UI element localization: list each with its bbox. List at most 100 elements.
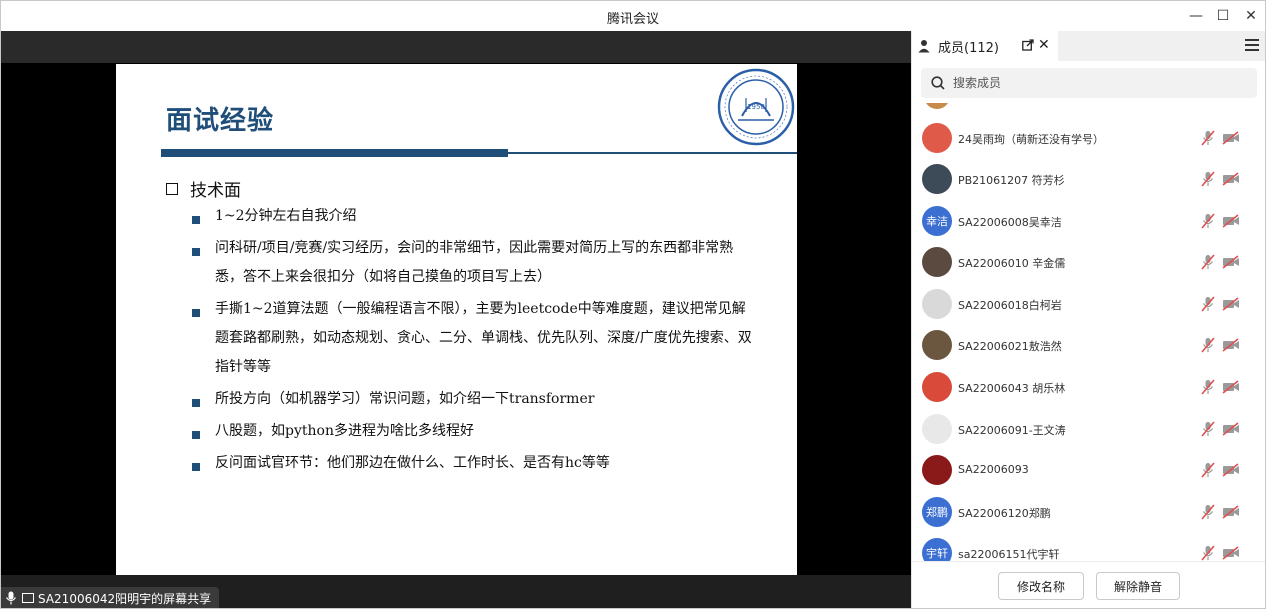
logo-year: 1958	[747, 103, 765, 111]
muted-mic-icon[interactable]	[1201, 545, 1215, 561]
bullet-list: 1~2分钟左右自我介绍 问科研/项目/竞赛/实习经历，会问的非常细节，因此需要对…	[192, 208, 752, 488]
avatar	[922, 372, 952, 402]
member-name: SA22006010 辛金儒	[958, 257, 1066, 270]
section-label: 技术面	[190, 181, 241, 201]
muted-mic-icon[interactable]	[1201, 296, 1215, 312]
member-row[interactable]: 24吴雨珣（萌新还没有学号）	[912, 117, 1265, 159]
camera-off-icon[interactable]	[1222, 131, 1240, 145]
tab-bar-empty	[1058, 31, 1265, 61]
rename-button[interactable]: 修改名称	[998, 572, 1084, 600]
bullet-text: 1~2分钟左右自我介绍	[215, 208, 357, 224]
member-row[interactable]: 幸洁 SA22006008吴幸洁	[912, 200, 1265, 242]
muted-mic-icon[interactable]	[1201, 130, 1215, 146]
muted-mic-icon[interactable]	[1201, 504, 1215, 520]
camera-off-icon[interactable]	[1222, 505, 1240, 519]
camera-off-icon[interactable]	[1222, 338, 1240, 352]
microphone-icon	[6, 591, 16, 605]
pop-out-icon[interactable]	[1022, 39, 1034, 51]
square-bullet-icon	[192, 399, 200, 407]
muted-mic-icon[interactable]	[1201, 379, 1215, 395]
member-name: SA22006043 胡乐林	[958, 382, 1066, 395]
avatar: 宇轩	[922, 538, 952, 561]
member-name: SA22006018白柯岩	[958, 299, 1062, 312]
avatar	[922, 247, 952, 277]
camera-off-icon[interactable]	[1222, 297, 1240, 311]
member-row[interactable]: PB21061207 符芳杉	[912, 158, 1265, 200]
title-underline-thin	[508, 152, 797, 154]
title-underline-thick	[161, 149, 508, 157]
minimize-button[interactable]: —	[1183, 5, 1209, 27]
unmute-all-button[interactable]: 解除静音	[1096, 572, 1180, 600]
members-panel-header: 成员(112) ✕	[912, 31, 1265, 61]
person-icon	[918, 40, 930, 53]
avatar: 郑鹏	[922, 497, 952, 527]
menu-icon[interactable]	[1245, 39, 1259, 51]
window-title: 腾讯会议	[606, 12, 659, 27]
camera-off-icon[interactable]	[1222, 463, 1240, 477]
member-row[interactable]: SA22006091-王文涛	[912, 408, 1265, 450]
muted-mic-icon[interactable]	[1201, 462, 1215, 478]
screen-share-label: SA21006042阳明宇的屏幕共享	[38, 591, 212, 606]
list-item: 手撕1~2道算法题（一般编程语言不限），主要为leetcode中等难度题，建议把…	[192, 301, 752, 382]
close-button[interactable]: ✕	[1238, 5, 1264, 27]
square-bullet-icon	[192, 216, 200, 224]
screen-share-icon	[22, 593, 34, 603]
camera-off-icon[interactable]	[1222, 172, 1240, 186]
shared-slide: 面试经验 1958 技术面 1~2分钟左右自我介绍 问科研/项目/竞赛/实习经历…	[116, 64, 797, 575]
close-panel-icon[interactable]: ✕	[1038, 37, 1050, 53]
screen-share-badge: SA21006042阳明宇的屏幕共享	[1, 587, 220, 608]
slide-title: 面试经验	[166, 106, 275, 136]
muted-mic-icon[interactable]	[1201, 254, 1215, 270]
square-bullet-icon	[192, 248, 200, 256]
list-item: 八股题，如python多进程为啥比多线程好	[192, 423, 752, 446]
member-name: sa22006151代宇轩	[958, 548, 1060, 561]
muted-mic-icon[interactable]	[1201, 337, 1215, 353]
list-item: 问科研/项目/竞赛/实习经历，会问的非常细节，因此需要对简历上写的东西都非常熟悉…	[192, 240, 752, 292]
search-input[interactable]	[953, 76, 1233, 90]
avatar	[922, 123, 952, 153]
camera-off-icon[interactable]	[1222, 546, 1240, 560]
member-name: 24吴雨珣（萌新还没有学号）	[958, 133, 1104, 146]
member-row[interactable]: 郑鹏 SA22006120郑鹏	[912, 491, 1265, 533]
maximize-button[interactable]: ☐	[1210, 5, 1236, 27]
title-bar: 腾讯会议 — ☐ ✕	[1, 1, 1265, 31]
member-row[interactable]: SA22006043 胡乐林	[912, 366, 1265, 408]
bullet-text: 八股题，如python多进程为啥比多线程好	[215, 423, 474, 439]
list-item: 反问面试官环节：他们那边在做什么、工作时长、是否有hc等等	[192, 455, 752, 478]
bullet-text: 手撕1~2道算法题（一般编程语言不限），主要为leetcode中等难度题，建议把…	[215, 301, 752, 375]
member-list-scrollbar[interactable]	[1259, 109, 1263, 509]
muted-mic-icon[interactable]	[1201, 213, 1215, 229]
camera-off-icon[interactable]	[1222, 255, 1240, 269]
avatar	[922, 414, 952, 444]
avatar	[922, 455, 952, 485]
members-panel-footer: 修改名称 解除静音	[912, 561, 1265, 608]
camera-off-icon[interactable]	[1222, 422, 1240, 436]
list-item: 所投方向（如机器学习）常识问题，如介绍一下transformer	[192, 391, 752, 414]
partial-avatar	[924, 103, 950, 109]
camera-off-icon[interactable]	[1222, 214, 1240, 228]
member-row[interactable]: SA22006021敖浩然	[912, 324, 1265, 366]
muted-mic-icon[interactable]	[1201, 421, 1215, 437]
tab-members[interactable]: 成员(112) ✕	[912, 31, 1058, 61]
camera-off-icon[interactable]	[1222, 380, 1240, 394]
search-icon	[931, 76, 945, 90]
member-name: SA22006008吴幸洁	[958, 216, 1062, 229]
section-heading: 技术面	[166, 176, 241, 201]
list-item: 1~2分钟左右自我介绍	[192, 208, 752, 231]
app-window: 腾讯会议 — ☐ ✕ 面试经验 1958 技术面 1~2分钟左右自我介绍 问科研…	[0, 0, 1266, 609]
bullet-text: 反问面试官环节：他们那边在做什么、工作时长、是否有hc等等	[215, 455, 610, 471]
member-row[interactable]: SA22006093	[912, 449, 1265, 491]
avatar	[922, 164, 952, 194]
avatar: 幸洁	[922, 206, 952, 236]
member-row[interactable]: SA22006018白柯岩	[912, 283, 1265, 325]
member-row[interactable]: SA22006010 辛金儒	[912, 241, 1265, 283]
members-panel: 成员(112) ✕ 24吴雨珣（萌新还没有学号） PB21061207 符芳杉幸洁…	[911, 31, 1265, 608]
member-search[interactable]	[921, 68, 1257, 98]
member-name: SA22006093	[958, 463, 1029, 476]
muted-mic-icon[interactable]	[1201, 171, 1215, 187]
bullet-text: 所投方向（如机器学习）常识问题，如介绍一下transformer	[215, 391, 595, 407]
square-bullet-icon	[192, 463, 200, 471]
members-tab-label: 成员(112)	[938, 40, 999, 56]
member-row[interactable]: 宇轩 sa22006151代宇轩	[912, 532, 1265, 561]
stage-top-bar	[1, 31, 911, 63]
